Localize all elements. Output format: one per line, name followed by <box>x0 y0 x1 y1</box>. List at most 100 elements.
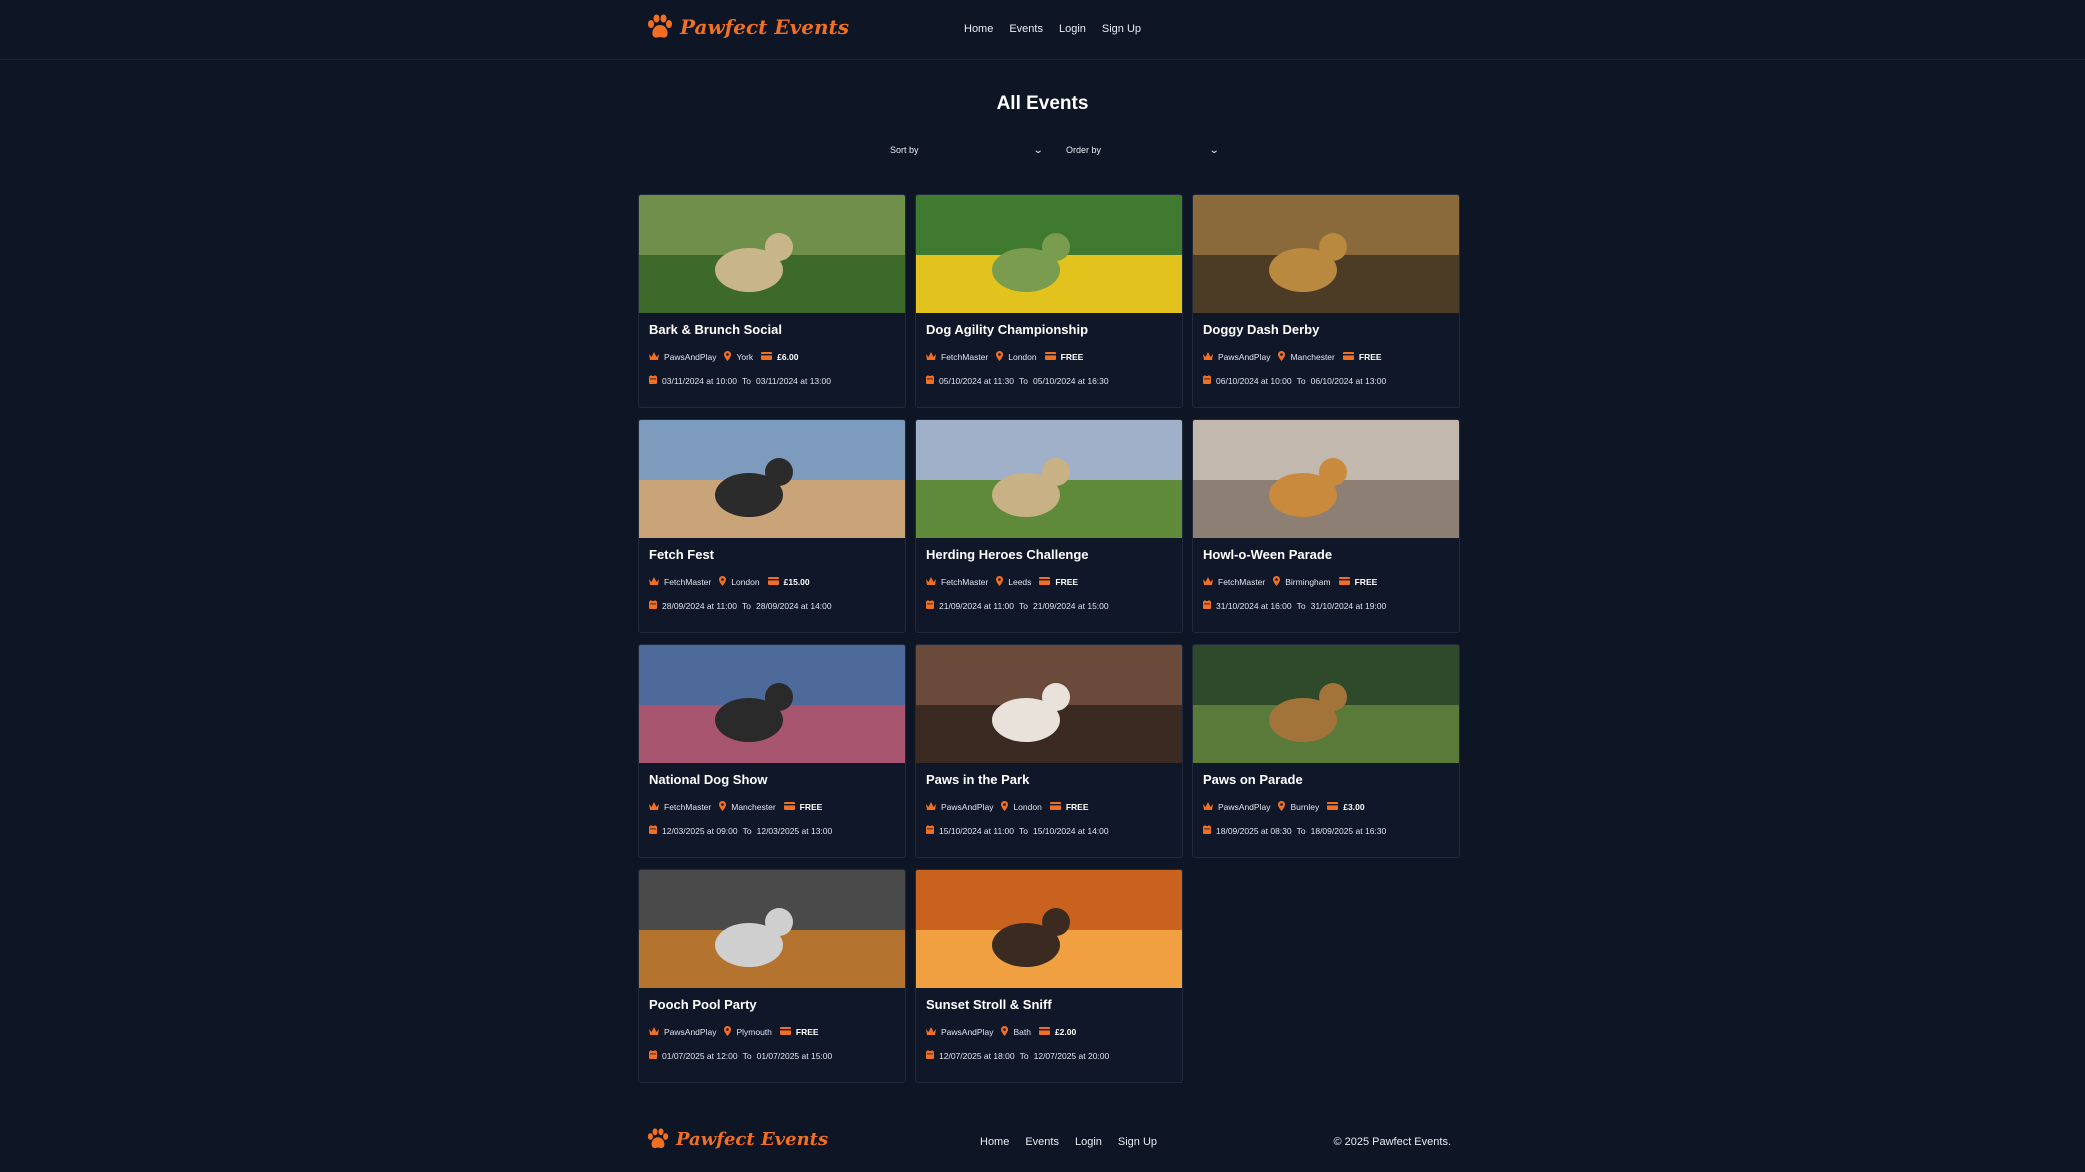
event-location: Manchester <box>1290 352 1335 362</box>
sort-by-label: Sort by <box>890 145 919 155</box>
crown-icon <box>1203 576 1213 588</box>
event-organizer: PawsAndPlay <box>941 1027 994 1037</box>
date-separator: To <box>1296 600 1306 611</box>
event-title[interactable]: Paws on Parade <box>1203 772 1303 787</box>
event-price: FREE <box>795 1027 819 1037</box>
event-start: 06/10/2024 at 10:00 <box>1216 375 1292 386</box>
event-title[interactable]: Paws in the Park <box>926 772 1029 787</box>
chevron-down-icon: ⌄ <box>1208 144 1220 156</box>
crown-icon <box>926 801 936 813</box>
event-card[interactable]: Dog Agility Championship FetchMaster Londo… <box>915 194 1183 408</box>
nav-home-link[interactable]: Home <box>964 23 993 35</box>
event-end: 12/03/2025 at 13:00 <box>756 825 833 836</box>
footer-events-link[interactable]: Events <box>1025 1136 1059 1148</box>
event-card[interactable]: National Dog Show FetchMaster Manchester FR… <box>638 644 906 858</box>
event-meta: PawsAndPlay Bath £2.00 <box>926 1026 1076 1038</box>
wallet-icon <box>779 1027 791 1037</box>
event-card[interactable]: Paws in the Park PawsAndPlay London FREE 15/… <box>915 644 1183 858</box>
event-title[interactable]: Bark & Brunch Social <box>649 322 782 337</box>
date-separator: To <box>1296 375 1306 386</box>
calendar-icon <box>926 825 934 836</box>
event-organizer: FetchMaster <box>941 577 989 587</box>
event-title[interactable]: Dog Agility Championship <box>926 322 1088 337</box>
nav-events-link[interactable]: Events <box>1009 23 1043 35</box>
crown-icon <box>649 351 659 363</box>
crown-icon <box>649 1026 659 1038</box>
footer-home-link[interactable]: Home <box>980 1136 1009 1148</box>
calendar-icon <box>649 600 657 611</box>
main-nav: Home Events Login Sign Up <box>964 23 1141 35</box>
event-start: 12/03/2025 at 09:00 <box>662 825 738 836</box>
event-meta: PawsAndPlay Burnley £3.00 <box>1203 801 1365 813</box>
wallet-icon <box>1342 352 1354 362</box>
event-card[interactable]: Paws on Parade PawsAndPlay Burnley £3.00 18/… <box>1192 644 1460 858</box>
event-location: Plymouth <box>736 1027 772 1037</box>
event-end: 21/09/2024 at 15:00 <box>1032 600 1109 611</box>
event-organizer: FetchMaster <box>941 352 989 362</box>
chevron-down-icon: ⌄ <box>1032 144 1044 156</box>
event-location: London <box>1008 352 1037 362</box>
footer-login-link[interactable]: Login <box>1075 1136 1102 1148</box>
event-location: Manchester <box>731 802 776 812</box>
event-organizer: PawsAndPlay <box>1218 802 1271 812</box>
calendar-icon <box>1203 600 1211 611</box>
event-start: 31/10/2024 at 16:00 <box>1216 600 1292 611</box>
crown-icon <box>926 1026 936 1038</box>
footer-signup-link[interactable]: Sign Up <box>1118 1136 1157 1148</box>
crown-icon <box>926 576 936 588</box>
event-start: 15/10/2024 at 11:00 <box>939 825 1014 836</box>
event-card[interactable]: Howl-o-Ween Parade FetchMaster Birmingham F… <box>1192 419 1460 633</box>
event-dates: 01/07/2025 at 12:00 To 01/07/2025 at 15:00 <box>649 1050 832 1061</box>
event-title[interactable]: Howl-o-Ween Parade <box>1203 547 1332 562</box>
event-card[interactable]: Sunset Stroll & Sniff PawsAndPlay Bath £2.0… <box>915 869 1183 1083</box>
event-image <box>1193 645 1459 763</box>
location-pin-icon <box>719 801 727 813</box>
date-separator: To <box>742 1050 752 1061</box>
brand-logo[interactable]: Pawfect Events <box>646 14 849 40</box>
event-card[interactable]: Doggy Dash Derby PawsAndPlay Manchester FRE… <box>1192 194 1460 408</box>
wallet-icon <box>761 352 773 362</box>
event-meta: FetchMaster Birmingham FREE <box>1203 576 1377 588</box>
event-card[interactable]: Fetch Fest FetchMaster London £15.00 28/09/2… <box>638 419 906 633</box>
event-image <box>639 870 905 988</box>
nav-signup-link[interactable]: Sign Up <box>1102 23 1141 35</box>
event-price: FREE <box>1055 577 1079 587</box>
event-image <box>916 870 1182 988</box>
event-end: 05/10/2024 at 16:30 <box>1032 375 1109 386</box>
event-title[interactable]: Fetch Fest <box>649 547 714 562</box>
wallet-icon <box>1338 577 1350 587</box>
nav-login-link[interactable]: Login <box>1059 23 1086 35</box>
event-image <box>1193 195 1459 313</box>
event-meta: FetchMaster Manchester FREE <box>649 801 822 813</box>
event-card[interactable]: Herding Heroes Challenge FetchMaster Leeds… <box>915 419 1183 633</box>
event-dates: 21/09/2024 at 11:00 To 21/09/2024 at 15:00 <box>926 600 1109 611</box>
event-card[interactable]: Pooch Pool Party PawsAndPlay Plymouth FREE 0… <box>638 869 906 1083</box>
order-by-select[interactable]: Order by ⌄ <box>1066 140 1220 160</box>
event-title[interactable]: Sunset Stroll & Sniff <box>926 997 1052 1012</box>
event-meta: FetchMaster Leeds FREE <box>926 576 1078 588</box>
copyright-text: © 2025 Pawfect Events. <box>1333 1136 1451 1148</box>
event-price: FREE <box>1358 352 1382 362</box>
sort-by-select[interactable]: Sort by ⌄ <box>890 140 1044 160</box>
date-separator: To <box>742 825 752 836</box>
event-title[interactable]: Doggy Dash Derby <box>1203 322 1319 337</box>
event-image <box>916 645 1182 763</box>
page-title: All Events <box>996 93 1089 114</box>
event-end: 28/09/2024 at 14:00 <box>755 600 832 611</box>
event-dates: 15/10/2024 at 11:00 To 15/10/2024 at 14:00 <box>926 825 1109 836</box>
event-meta: PawsAndPlay Manchester FREE <box>1203 351 1382 363</box>
crown-icon <box>1203 351 1213 363</box>
event-dates: 05/10/2024 at 11:30 To 05/10/2024 at 16:30 <box>926 375 1109 386</box>
paw-icon <box>646 1128 670 1150</box>
event-price: FREE <box>1060 352 1084 362</box>
event-title[interactable]: Herding Heroes Challenge <box>926 547 1089 562</box>
event-dates: 28/09/2024 at 11:00 To 28/09/2024 at 14:00 <box>649 600 832 611</box>
calendar-icon <box>926 1050 934 1061</box>
wallet-icon <box>783 802 795 812</box>
calendar-icon <box>649 1050 657 1061</box>
event-title[interactable]: Pooch Pool Party <box>649 997 757 1012</box>
event-title[interactable]: National Dog Show <box>649 772 767 787</box>
event-image <box>639 195 905 313</box>
footer-brand-logo[interactable]: Pawfect Events <box>646 1128 828 1150</box>
event-card[interactable]: Bark & Brunch Social PawsAndPlay York £6.00… <box>638 194 906 408</box>
